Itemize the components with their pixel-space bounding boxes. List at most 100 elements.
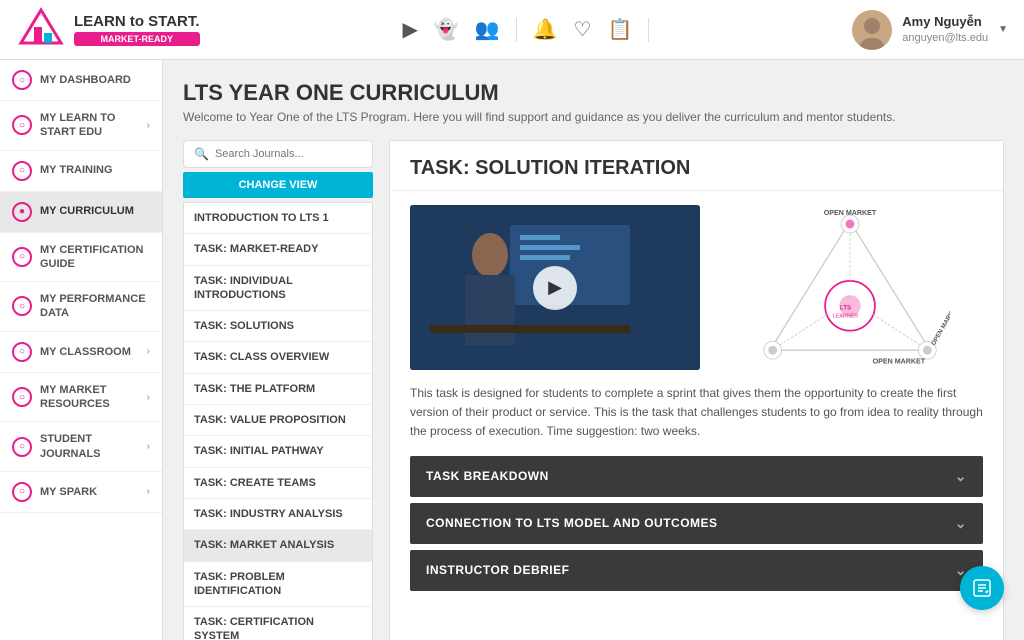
main-layout: ○ MY DASHBOARD ○ MY LEARN TO START EDU ›…: [0, 60, 1024, 640]
logo-tag: MARKET-READY: [74, 32, 200, 46]
task-list-item[interactable]: TASK: INDIVIDUAL INTRODUCTIONS: [184, 266, 372, 312]
sidebar-item-training[interactable]: ○ MY TRAINING: [0, 151, 162, 192]
task-diagram: OPEN MARKET OPEN MARKET OPEN MARKET LTS …: [716, 208, 983, 368]
svg-text:OPEN MARKET: OPEN MARKET: [823, 209, 876, 217]
divider: [516, 18, 517, 42]
floating-action-button[interactable]: [960, 566, 1004, 610]
accordion-header-task-breakdown[interactable]: TASK BREAKDOWN ⌄: [410, 456, 983, 497]
chevron-icon: ›: [147, 392, 150, 403]
task-list-item[interactable]: TASK: INITIAL PATHWAY: [184, 436, 372, 467]
search-icon: 🔍: [194, 147, 209, 161]
accordion-task-breakdown: TASK BREAKDOWN ⌄: [410, 456, 983, 497]
bell-icon[interactable]: 🔔: [533, 17, 558, 42]
sidebar-item-journals[interactable]: ○ STUDENT JOURNALS ›: [0, 422, 162, 472]
logo-area: LEARN to START. MARKET-READY: [16, 5, 200, 55]
avatar: [852, 10, 892, 50]
task-list-item[interactable]: TASK: SOLUTIONS: [184, 311, 372, 342]
sidebar-item-cert-guide[interactable]: ○ MY CERTIFICATION GUIDE: [0, 233, 162, 283]
task-list-item[interactable]: TASK: CERTIFICATION SYSTEM: [184, 607, 372, 640]
svg-text:OPEN MARKET: OPEN MARKET: [930, 303, 950, 346]
task-list-item[interactable]: TASK: CREATE TEAMS: [184, 468, 372, 499]
curriculum-icon: ●: [12, 202, 32, 222]
user-email: anguyen@lts.edu: [902, 31, 988, 45]
sidebar-item-label: MY CERTIFICATION GUIDE: [40, 243, 150, 272]
task-list-item[interactable]: TASK: INDUSTRY ANALYSIS: [184, 499, 372, 530]
content-area: LTS YEAR ONE CURRICULUM Welcome to Year …: [163, 60, 1024, 640]
task-list-item[interactable]: TASK: PROBLEM IDENTIFICATION: [184, 562, 372, 608]
video-icon[interactable]: ▶: [402, 17, 417, 42]
user-info: Amy Nguyễn anguyen@lts.edu: [902, 14, 988, 45]
sidebar-item-dashboard[interactable]: ○ MY DASHBOARD: [0, 60, 162, 101]
training-icon: ○: [12, 161, 32, 181]
logo-icon: [16, 5, 66, 55]
sidebar-item-label: MY MARKET RESOURCES: [40, 383, 139, 412]
heart-icon[interactable]: ♡: [574, 17, 592, 42]
sidebar: ○ MY DASHBOARD ○ MY LEARN TO START EDU ›…: [0, 60, 163, 640]
change-view-button[interactable]: CHANGE VIEW: [183, 172, 373, 198]
task-list-item[interactable]: TASK: CLASS OVERVIEW: [184, 342, 372, 373]
sidebar-item-label: MY DASHBOARD: [40, 73, 150, 87]
accordion-label: INSTRUCTOR DEBRIEF: [426, 563, 569, 577]
task-video: ▶: [410, 205, 700, 370]
sidebar-item-label: MY PERFORMANCE DATA: [40, 292, 150, 321]
task-list-panel: 🔍 CHANGE VIEW INTRODUCTION TO LTS 1 TASK…: [183, 140, 373, 640]
journals-icon: ○: [12, 437, 32, 457]
market-icon: ○: [12, 387, 32, 407]
task-media-row: ▶: [390, 191, 1003, 384]
divider2: [648, 18, 649, 42]
cert-icon: ○: [12, 247, 32, 267]
user-area[interactable]: Amy Nguyễn anguyen@lts.edu ▼: [852, 10, 1008, 50]
task-list: INTRODUCTION TO LTS 1 TASK: MARKET-READY…: [183, 202, 373, 640]
sidebar-item-label: MY TRAINING: [40, 163, 150, 177]
chevron-down-icon: ⌄: [955, 515, 967, 532]
logo-text: LEARN to START. MARKET-READY: [74, 14, 200, 46]
sidebar-item-lts-edu[interactable]: ○ MY LEARN TO START EDU ›: [0, 101, 162, 151]
open-market-diagram: OPEN MARKET OPEN MARKET OPEN MARKET LTS …: [750, 208, 950, 368]
sidebar-item-spark[interactable]: ○ MY SPARK ›: [0, 472, 162, 513]
task-list-item[interactable]: TASK: VALUE PROPOSITION: [184, 405, 372, 436]
svg-text:OPEN MARKET: OPEN MARKET: [872, 357, 925, 365]
lts-icon: ○: [12, 115, 32, 135]
task-detail-panel: TASK: SOLUTION ITERATION: [389, 140, 1004, 640]
accordion-label: CONNECTION TO LTS MODEL AND OUTCOMES: [426, 516, 718, 530]
page-subtitle: Welcome to Year One of the LTS Program. …: [183, 110, 1004, 124]
users-icon[interactable]: 👥: [475, 17, 500, 42]
accordion-header-instructor-debrief[interactable]: INSTRUCTOR DEBRIEF ⌄: [410, 550, 983, 591]
dashboard-icon: ○: [12, 70, 32, 90]
top-header: LEARN to START. MARKET-READY ▶ 👻 👥 🔔 ♡ 📋…: [0, 0, 1024, 60]
edit-icon: [971, 577, 993, 599]
task-accordions: TASK BREAKDOWN ⌄ CONNECTION TO LTS MODEL…: [390, 456, 1003, 607]
task-list-item-active[interactable]: TASK: MARKET ANALYSIS: [184, 530, 372, 561]
clipboard-icon[interactable]: 📋: [607, 17, 632, 42]
task-detail-header: TASK: SOLUTION ITERATION: [390, 141, 1003, 191]
chevron-icon: ›: [147, 486, 150, 497]
sidebar-item-label: MY SPARK: [40, 485, 139, 499]
chevron-down-icon: ⌄: [955, 468, 967, 485]
sidebar-item-market-resources[interactable]: ○ MY MARKET RESOURCES ›: [0, 373, 162, 423]
dropdown-arrow-icon: ▼: [998, 24, 1008, 35]
sidebar-item-label: MY LEARN TO START EDU: [40, 111, 139, 140]
user-name: Amy Nguyễn: [902, 14, 988, 31]
sidebar-item-classroom[interactable]: ○ MY CLASSROOM ›: [0, 332, 162, 373]
accordion-header-connection[interactable]: CONNECTION TO LTS MODEL AND OUTCOMES ⌄: [410, 503, 983, 544]
task-list-item[interactable]: TASK: THE PLATFORM: [184, 374, 372, 405]
classroom-icon: ○: [12, 342, 32, 362]
search-box: 🔍: [183, 140, 373, 168]
sidebar-item-curriculum[interactable]: ● MY CURRICULUM: [0, 192, 162, 233]
ghost-icon[interactable]: 👻: [434, 17, 459, 42]
search-input[interactable]: [215, 148, 362, 160]
accordion-connection: CONNECTION TO LTS MODEL AND OUTCOMES ⌄: [410, 503, 983, 544]
accordion-instructor-debrief: INSTRUCTOR DEBRIEF ⌄: [410, 550, 983, 591]
task-list-item[interactable]: INTRODUCTION TO LTS 1: [184, 203, 372, 234]
chevron-icon: ›: [147, 120, 150, 131]
header-icons: ▶ 👻 👥 🔔 ♡ 📋: [402, 17, 649, 42]
task-list-item[interactable]: TASK: MARKET-READY: [184, 234, 372, 265]
sidebar-item-label: MY CLASSROOM: [40, 345, 139, 359]
chevron-icon: ›: [147, 346, 150, 357]
spark-icon: ○: [12, 482, 32, 502]
perf-icon: ○: [12, 296, 32, 316]
svg-text:LTS: LTS: [839, 304, 850, 311]
sidebar-item-performance[interactable]: ○ MY PERFORMANCE DATA: [0, 282, 162, 332]
svg-text:LEARNER: LEARNER: [832, 313, 857, 319]
play-button[interactable]: ▶: [533, 266, 577, 310]
